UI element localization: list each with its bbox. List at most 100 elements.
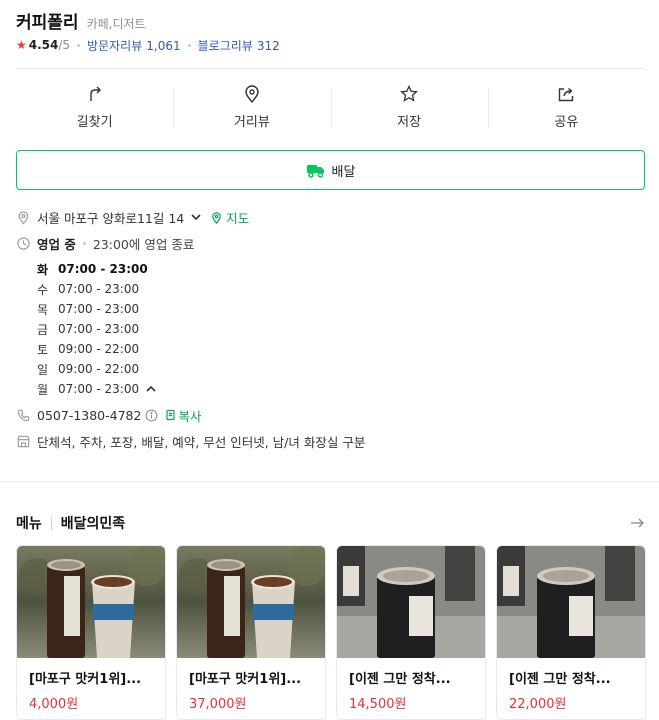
action-bar: 길찾기 거리뷰 저장 공유 [16, 84, 645, 130]
phone-number: 0507-1380-4782 [37, 407, 142, 423]
divider-dot [77, 43, 81, 47]
rating-max: /5 [58, 38, 71, 52]
visitor-review-link[interactable]: 방문자리뷰 1,061 [87, 37, 181, 54]
star-icon: ★ [16, 38, 27, 52]
share-button[interactable]: 공유 [487, 84, 645, 130]
coffee-cans-image [337, 546, 485, 658]
divider-dot [82, 241, 86, 245]
hours-time: 07:00 - 23:00 [58, 382, 140, 396]
blog-review-label: 블로그리뷰 [197, 38, 253, 53]
map-pin-icon [212, 211, 222, 224]
menu-item-price: 4,000원 [29, 697, 79, 712]
place-info: 서울 마포구 양화로11길 14 지도 영업 중 23:00에 영업 종료 화0… [16, 207, 645, 451]
menu-card[interactable]: [마포구 맛커1위]... 4,000원 [16, 545, 166, 720]
menu-item-name: [이젠 그만 정착... [509, 672, 611, 687]
clock-icon [17, 236, 30, 250]
coffee-can-cup-image [17, 546, 165, 658]
hours-row: 수 07:00 - 23:00 [37, 279, 645, 299]
hours-day: 일 [37, 362, 49, 377]
menu-card[interactable]: [이젠 그만 정착... 22,000원 [496, 545, 646, 720]
menu-photo [177, 546, 325, 658]
hours-time: 07:00 - 23:00 [58, 302, 140, 316]
chevron-up-icon[interactable] [145, 383, 157, 395]
hours-list: 화 07:00 - 23:00 수 07:00 - 23:00 목 07:00 - 2… [37, 259, 645, 399]
save-button[interactable]: 저장 [330, 84, 488, 130]
menu-header: 메뉴 배달의민족 [16, 513, 645, 533]
menu-item-price: 14,500원 [349, 697, 407, 712]
info-icon[interactable] [145, 409, 158, 422]
menu-item-price: 37,000원 [189, 697, 247, 712]
divider [16, 68, 645, 69]
menu-card[interactable]: [마포구 맛커1위]... 37,000원 [176, 545, 326, 720]
visitor-review-count: 1,061 [146, 38, 181, 53]
chevron-down-icon[interactable] [190, 211, 202, 223]
street-view-button[interactable]: 거리뷰 [173, 84, 330, 130]
location-pin-icon [18, 210, 29, 224]
arrow-right-icon[interactable] [629, 515, 645, 531]
rating-row: ★ 4.54 /5 방문자리뷰 1,061 블로그리뷰 312 [16, 37, 659, 53]
amenities-text: 단체석, 주차, 포장, 배달, 예약, 무선 인터넷, 남/녀 화장실 구분 [37, 434, 366, 450]
divider [0, 481, 659, 482]
directions-label: 길찾기 [76, 115, 113, 130]
menu-source: 배달의민족 [60, 516, 126, 532]
coffee-can-cup-image [177, 546, 325, 658]
hours-row: 금 07:00 - 23:00 [37, 319, 645, 339]
map-link[interactable]: 지도 [210, 208, 249, 227]
rating-value: 4.54 [28, 38, 59, 52]
delivery-label: 배달 [331, 164, 356, 180]
hours-day: 월 [37, 382, 49, 397]
directions-icon [89, 86, 101, 101]
share-label: 공유 [554, 115, 579, 130]
menu-item-name: [이젠 그만 정착... [349, 672, 451, 687]
hours-day: 토 [37, 342, 49, 357]
place-name: 커피폴리 [16, 13, 79, 33]
phone-row: 0507-1380-4782 복사 [16, 405, 645, 425]
hours-day: 금 [37, 322, 49, 337]
hours-row: 목 07:00 - 23:00 [37, 299, 645, 319]
place-category: 카페,디저트 [86, 17, 146, 31]
hours-time: 07:00 - 23:00 [58, 322, 140, 336]
menu-card[interactable]: [이젠 그만 정착... 14,500원 [336, 545, 486, 720]
hours-day: 화 [37, 262, 49, 277]
amenities-row: 단체석, 주차, 포장, 배달, 예약, 무선 인터넷, 남/녀 화장실 구분 [16, 431, 645, 451]
blog-review-link[interactable]: 블로그리뷰 312 [198, 37, 280, 54]
hours-time: 07:00 - 23:00 [58, 262, 148, 276]
address-row: 서울 마포구 양화로11길 14 지도 [16, 207, 645, 227]
place-header: 커피폴리 카페,디저트 ★ 4.54 /5 방문자리뷰 1,061 블로그리뷰 31… [16, 8, 659, 53]
hours-row: 토 09:00 - 22:00 [37, 339, 645, 359]
menu-item-price: 22,000원 [509, 697, 567, 712]
copy-icon [166, 409, 176, 421]
visitor-review-label: 방문자리뷰 [87, 38, 143, 53]
directions-button[interactable]: 길찾기 [16, 84, 173, 130]
hours-status-row: 영업 중 23:00에 영업 종료 [16, 233, 645, 253]
menu-item-name: [마포구 맛커1위]... [29, 672, 142, 687]
coffee-cans-image [497, 546, 645, 658]
delivery-button[interactable]: 배달 [16, 150, 645, 190]
blog-review-count: 312 [256, 38, 280, 53]
hours-day: 수 [37, 282, 49, 297]
hours-row: 화 07:00 - 23:00 [37, 259, 645, 279]
menu-photo [497, 546, 645, 658]
hours-time: 09:00 - 22:00 [58, 342, 140, 356]
street-view-icon [245, 85, 259, 104]
open-status: 영업 중 [37, 236, 76, 252]
address-text: 서울 마포구 양화로11길 14 [37, 210, 185, 226]
star-outline-icon [400, 84, 419, 102]
street-view-label: 거리뷰 [233, 115, 270, 130]
menu-list: [마포구 맛커1위]... 4,000원 [마포구 맛커1위]... 37,00… [16, 545, 646, 720]
map-label: 지도 [226, 210, 250, 226]
menu-photo [17, 546, 165, 658]
share-icon [559, 87, 574, 102]
divider-dot [187, 43, 191, 47]
copy-button[interactable]: 복사 [164, 406, 201, 425]
store-icon [17, 435, 30, 447]
copy-label: 복사 [178, 408, 202, 424]
hours-day: 목 [37, 302, 49, 317]
menu-photo [337, 546, 485, 658]
delivery-truck-icon [306, 165, 324, 178]
phone-icon [17, 409, 30, 421]
save-label: 저장 [397, 115, 422, 130]
hours-time: 09:00 - 22:00 [58, 362, 140, 376]
menu-item-name: [마포구 맛커1위]... [189, 672, 302, 687]
hours-row: 일 09:00 - 22:00 [37, 359, 645, 379]
